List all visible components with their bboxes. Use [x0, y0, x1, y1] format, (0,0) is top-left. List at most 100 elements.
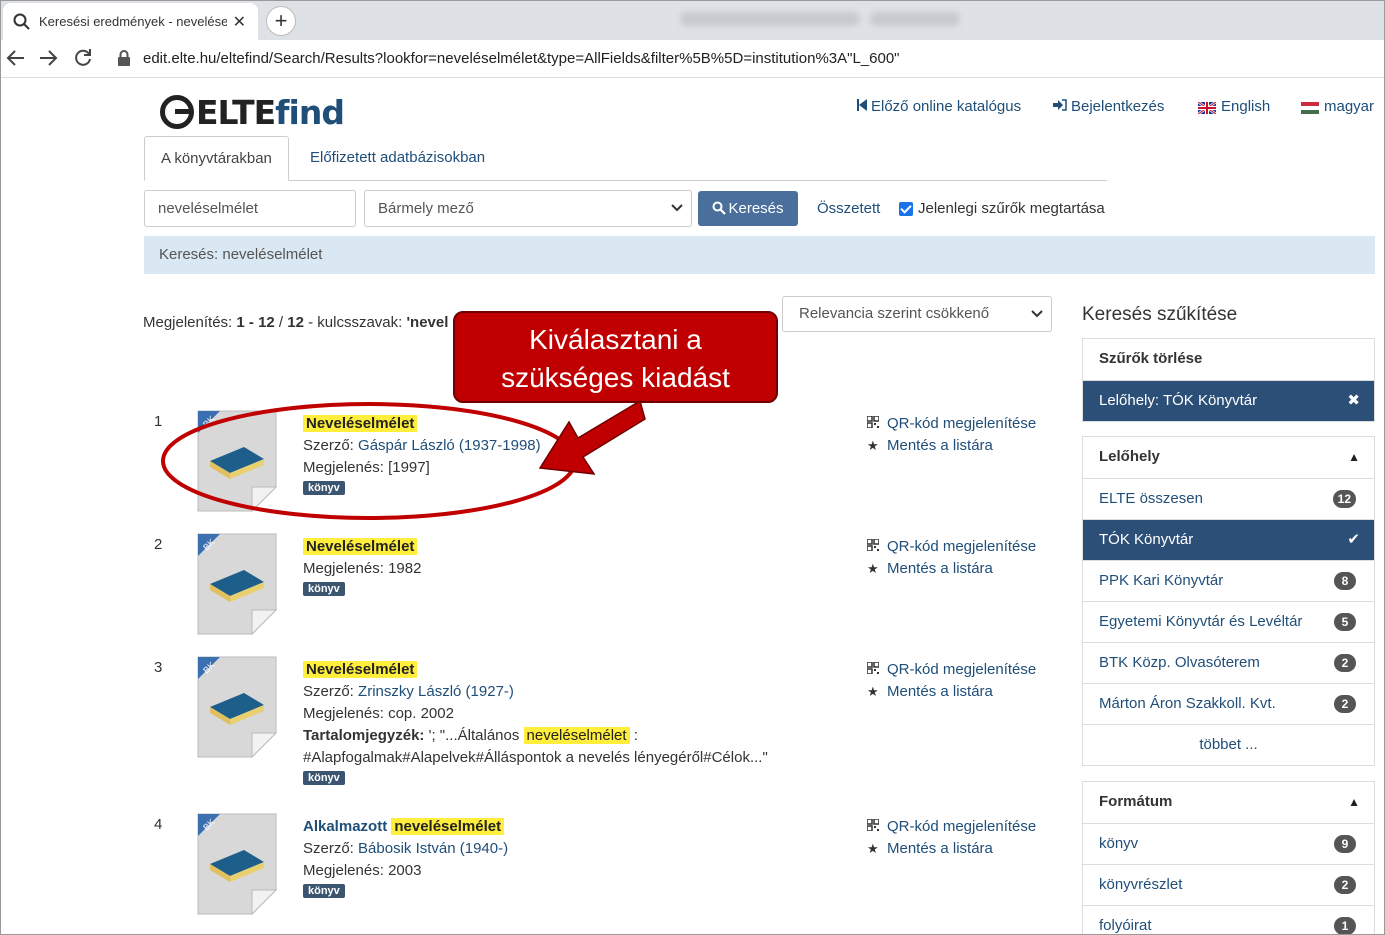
- result-body: Neveléselmélet Megjelenés: 1982 könyv: [303, 536, 783, 602]
- save-link[interactable]: ★ Mentés a listára: [867, 681, 1067, 703]
- save-link[interactable]: ★ Mentés a listára: [867, 435, 1067, 457]
- result-title[interactable]: Neveléselmélet: [303, 415, 418, 432]
- results-summary-prefix: Megjelenítés:: [143, 314, 237, 331]
- result-body: Neveléselmélet Szerző: Zrinszky László (…: [303, 659, 823, 791]
- address-bar: edit.elte.hu/eltefind/Search/Results?loo…: [0, 40, 1385, 78]
- close-icon[interactable]: ✖: [1347, 381, 1360, 421]
- facet-label: TÓK Könyvtár: [1099, 531, 1194, 548]
- result-title[interactable]: neveléselmélet: [391, 818, 505, 835]
- book-cover-icon[interactable]: BK: [196, 409, 278, 513]
- facet-item-selected[interactable]: TÓK Könyvtár ✔: [1083, 519, 1374, 560]
- back-icon[interactable]: [4, 47, 28, 71]
- qr-label: QR-kód megjelenítése: [887, 415, 1037, 432]
- facet-item[interactable]: könyvrészlet 2: [1083, 864, 1374, 905]
- facet-item[interactable]: ELTE összesen 12: [1083, 478, 1374, 519]
- logo-elte: ELTE: [196, 92, 276, 132]
- save-link[interactable]: ★ Mentés a listára: [867, 558, 1067, 580]
- qrcode-icon: [866, 816, 881, 838]
- active-filter[interactable]: Lelőhely: TÓK Könyvtár ✖: [1083, 380, 1374, 421]
- qr-label: QR-kód megjelenítése: [887, 818, 1037, 835]
- qr-link[interactable]: QR-kód megjelenítése: [866, 816, 1067, 838]
- facet-item[interactable]: Márton Áron Szakkoll. Kvt. 2: [1083, 683, 1374, 724]
- logo-mark-icon: [160, 95, 194, 129]
- english-link[interactable]: English: [1197, 98, 1271, 115]
- search-field-value: Bármely mező: [378, 200, 474, 217]
- facet-item[interactable]: PPK Kari Könyvtár 8: [1083, 560, 1374, 601]
- result-number: 4: [154, 816, 163, 833]
- location-facet-header[interactable]: Lelőhely ▲: [1083, 437, 1374, 478]
- facet-label: PPK Kari Könyvtár: [1099, 572, 1224, 589]
- star-icon: ★: [867, 841, 879, 856]
- hungarian-link[interactable]: magyar: [1301, 98, 1374, 115]
- english-label: English: [1221, 98, 1271, 115]
- format-badge: könyv: [303, 481, 345, 495]
- facet-label: könyvrészlet: [1099, 876, 1183, 893]
- login-link[interactable]: Bejelentkezés: [1053, 98, 1164, 115]
- reload-icon[interactable]: [71, 47, 95, 71]
- result-body: Neveléselmélet Szerző: Gáspár László (19…: [303, 413, 783, 501]
- facet-item[interactable]: Egyetemi Könyvtár és Levéltár 5: [1083, 601, 1374, 642]
- sort-select[interactable]: Relevancia szerint csökkenő: [782, 296, 1052, 332]
- facet-count: 2: [1334, 876, 1356, 894]
- star-icon: ★: [867, 561, 879, 576]
- keep-filters-checkbox[interactable]: Jelenlegi szűrők megtartása: [899, 200, 1105, 217]
- forward-icon[interactable]: [36, 47, 60, 71]
- hungarian-label: magyar: [1324, 98, 1375, 115]
- result-title-prefix[interactable]: Alkalmazott: [303, 818, 387, 835]
- url-field[interactable]: edit.elte.hu/eltefind/Search/Results?loo…: [143, 50, 900, 67]
- facet-count: 1: [1334, 917, 1356, 935]
- results-kw-label: - kulcsszavak:: [303, 314, 407, 331]
- search-field-select[interactable]: Bármely mező: [364, 190, 692, 227]
- search-button[interactable]: Keresés: [698, 191, 798, 226]
- annotation-line: Kiválasztani a: [529, 324, 702, 355]
- save-link[interactable]: ★ Mentés a listára: [867, 838, 1067, 860]
- qr-link[interactable]: QR-kód megjelenítése: [866, 413, 1067, 435]
- qrcode-icon: [866, 413, 881, 435]
- logo-find: find: [275, 92, 345, 132]
- book-cover-icon[interactable]: BK: [196, 812, 278, 916]
- qr-link[interactable]: QR-kód megjelenítése: [866, 536, 1067, 558]
- star-icon: ★: [867, 684, 879, 699]
- author-link[interactable]: Gáspár László (1937-1998): [358, 437, 541, 454]
- format-facet-header[interactable]: Formátum ▲: [1083, 782, 1374, 823]
- qr-link[interactable]: QR-kód megjelenítése: [866, 659, 1067, 681]
- facet-item[interactable]: BTK Közp. Olvasóterem 2: [1083, 642, 1374, 683]
- result-title[interactable]: Neveléselmélet: [303, 538, 418, 555]
- author-link[interactable]: Zrinszky László (1927-): [358, 683, 514, 700]
- result-body: Alkalmazott neveléselmélet Szerző: Bábos…: [303, 816, 783, 904]
- browser-tab[interactable]: Keresési eredmények - neveléselméle ✕: [3, 3, 258, 40]
- sign-in-icon: [1053, 98, 1067, 115]
- qrcode-icon: [866, 659, 881, 681]
- pub-label: Megjelenés:: [303, 705, 389, 722]
- clear-filters-link[interactable]: Szűrők törlése: [1083, 339, 1374, 380]
- results-total: 12: [287, 314, 304, 331]
- search-scope-tabs: A könyvtárakban Előfizetett adatbázisokb…: [144, 136, 1107, 181]
- result-title[interactable]: Neveléselmélet: [303, 661, 418, 678]
- qr-label: QR-kód megjelenítése: [887, 538, 1037, 555]
- eltefind-logo[interactable]: ELTE find: [160, 92, 345, 132]
- author-link[interactable]: Bábosik István (1940-): [358, 840, 508, 857]
- search-input[interactable]: neveléselmélet: [144, 190, 356, 227]
- browser-tab-bar: Keresési eredmények - neveléselméle ✕ +: [0, 0, 1385, 40]
- more-link[interactable]: többet ...: [1083, 724, 1374, 765]
- format-facet: Formátum ▲ könyv 9 könyvrészlet 2 folyóira…: [1082, 781, 1375, 935]
- tab-libraries[interactable]: A könyvtárakban: [144, 136, 289, 181]
- book-cover-icon[interactable]: BK: [196, 655, 278, 759]
- lock-icon[interactable]: [117, 49, 133, 67]
- facet-label: folyóirat: [1099, 917, 1152, 934]
- advanced-search-link[interactable]: Összetett: [817, 200, 880, 217]
- tab-databases[interactable]: Előfizetett adatbázisokban: [294, 136, 501, 181]
- browser-tab-title: Keresési eredmények - neveléselméle: [39, 14, 227, 29]
- close-icon[interactable]: ✕: [233, 12, 246, 32]
- book-cover-icon[interactable]: BK: [196, 532, 278, 636]
- checkbox-checked-icon[interactable]: [899, 201, 913, 216]
- author-label: Szerző:: [303, 437, 359, 454]
- new-tab-button[interactable]: +: [266, 6, 296, 36]
- toc-text: :: [629, 727, 638, 744]
- facet-item[interactable]: könyv 9: [1083, 823, 1374, 864]
- facet-count: 2: [1334, 695, 1356, 713]
- facet-item[interactable]: folyóirat 1: [1083, 905, 1374, 935]
- prev-catalog-link[interactable]: Előző online katalógus: [857, 98, 1021, 115]
- blurred-tab: [870, 12, 960, 26]
- hu-flag-icon: [1301, 101, 1319, 114]
